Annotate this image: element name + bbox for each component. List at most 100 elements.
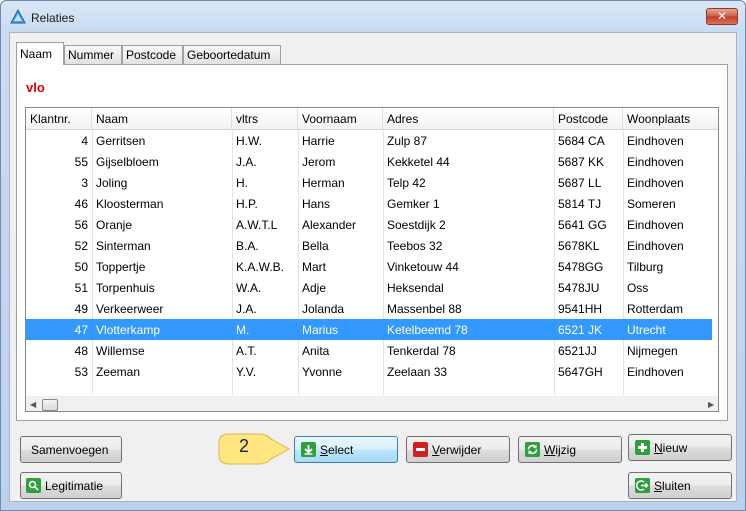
dialog-body: Naam Nummer Postcode Geboortedatum vlo 1… <box>9 32 737 502</box>
cell-voornaam: Jolanda <box>302 302 345 316</box>
wijzig-label-rest: ijzig <box>555 443 576 457</box>
cell-postcode: 6521JJ <box>558 344 597 358</box>
cell-vltrs: J.A. <box>236 302 257 316</box>
select-button[interactable]: Select <box>294 436 398 463</box>
column-postcode[interactable]: Postcode <box>554 108 623 130</box>
cell-adres: Heksendal <box>387 281 444 295</box>
table-row[interactable]: 51 Torpenhuis W.A. Adje Heksendal 5478JU Oss <box>26 277 712 298</box>
cell-naam: Kloosterman <box>96 197 164 211</box>
table-row[interactable]: 56 Oranje A.W.T.L Alexander Soestdijk 2 5641 … <box>26 214 712 235</box>
cell-naam: Gijselbloem <box>96 155 159 169</box>
cell-klantnr: 50 <box>74 260 88 274</box>
cell-vltrs: H.W. <box>236 134 262 148</box>
cell-adres: Soestdijk 2 <box>387 218 446 232</box>
scroll-left-icon[interactable]: ◀ <box>30 400 36 409</box>
cell-klantnr: 49 <box>74 302 88 316</box>
legitimatie-button[interactable]: Legitimatie <box>20 472 122 499</box>
table-row[interactable]: 4 Gerritsen H.W. Harrie Zulp 87 5684 CA Eindho… <box>26 130 712 151</box>
select-label: Select <box>320 443 353 457</box>
scroll-right-icon[interactable]: ▶ <box>708 400 714 409</box>
cell-voornaam: Adje <box>302 281 327 295</box>
table-row[interactable]: 53 Zeeman Y.V. Yvonne Zeelaan 33 5647GH Eindho… <box>26 361 712 382</box>
column-vltrs[interactable]: vltrs <box>232 108 298 130</box>
cell-vltrs: B.A. <box>236 239 259 253</box>
cell-voornaam: Anita <box>302 344 330 358</box>
cell-voornaam: Jerom <box>302 155 336 169</box>
window-title: Relaties <box>31 11 75 25</box>
relaties-table: Klantnr. Naam vltrs Voornaam Adres Postc… <box>25 107 719 412</box>
horizontal-scroll-thumb[interactable] <box>42 399 58 411</box>
cell-klantnr: 55 <box>74 155 88 169</box>
plus-icon <box>635 440 650 455</box>
column-voornaam[interactable]: Voornaam <box>298 108 383 130</box>
column-adres[interactable]: Adres <box>383 108 554 130</box>
cell-woonplaats: Eindhoven <box>627 134 684 148</box>
cell-woonplaats: Eindhoven <box>627 218 684 232</box>
sluiten-button[interactable]: Sluiten <box>628 472 732 499</box>
table-row[interactable]: 50 Toppertje K.A.W.B. Mart Vinketouw 44 5478G… <box>26 256 712 277</box>
cell-adres: Ketelbeemd 78 <box>387 323 468 337</box>
sluiten-label-rest: luiten <box>662 479 691 493</box>
cell-voornaam: Hans <box>302 197 331 211</box>
cell-voornaam: Marius <box>302 323 339 337</box>
cell-woonplaats: Tilburg <box>627 260 664 274</box>
cell-vltrs: A.W.T.L <box>236 218 278 232</box>
table-row[interactable]: 55 Gijselbloem J.A. Jerom Kekketel 44 5687 KK… <box>26 151 712 172</box>
cell-woonplaats: Eindhoven <box>627 176 684 190</box>
cell-woonplaats: Utrecht <box>627 323 666 337</box>
cell-woonplaats: Eindhoven <box>627 365 684 379</box>
cell-postcode: 5478GG <box>558 260 604 274</box>
column-woonplaats[interactable]: Woonplaats <box>623 108 718 130</box>
cell-vltrs: M. <box>236 323 250 337</box>
tab-geboortedatum[interactable]: Geboortedatum <box>183 45 281 64</box>
nieuw-label: Nieuw <box>654 441 687 455</box>
cell-vltrs: H.P. <box>236 197 258 211</box>
cell-woonplaats: Someren <box>627 197 676 211</box>
verwijder-label-rest: erwijder <box>439 443 482 457</box>
table-row[interactable]: 49 Verkeerweer J.A. Jolanda Massenbel 88 9541… <box>26 298 712 319</box>
cell-postcode: 6521 JK <box>558 323 603 337</box>
cell-klantnr: 51 <box>74 281 88 295</box>
horizontal-scrollbar[interactable]: ◀ ▶ <box>26 396 718 411</box>
callout-2: 2 <box>215 431 291 465</box>
search-icon <box>26 478 41 493</box>
table-row[interactable]: 47 Vlotterkamp M. Marius Ketelbeemd 78 6521 J… <box>26 319 712 340</box>
table-row[interactable]: 46 Kloosterman H.P. Hans Gemker 1 5814 TJ Some… <box>26 193 712 214</box>
close-button[interactable]: ✕ <box>706 8 738 25</box>
tab-postcode[interactable]: Postcode <box>122 45 183 64</box>
select-accesskey: S <box>320 443 329 457</box>
column-klantnr[interactable]: Klantnr. <box>26 108 92 130</box>
cell-naam: Sinterman <box>96 239 151 253</box>
cell-klantnr: 48 <box>74 344 88 358</box>
cell-postcode: 5814 TJ <box>558 197 602 211</box>
column-naam[interactable]: Naam <box>92 108 232 130</box>
tab-nummer[interactable]: Nummer <box>64 45 122 64</box>
cell-naam: Torpenhuis <box>96 281 155 295</box>
wijzig-label: Wijzig <box>544 443 576 457</box>
cell-naam: Oranje <box>96 218 133 232</box>
close-icon: ✕ <box>716 9 728 23</box>
verwijder-button[interactable]: Verwijder <box>406 436 510 463</box>
cell-klantnr: 4 <box>81 134 88 148</box>
cell-naam: Toppertje <box>96 260 146 274</box>
table-row[interactable]: 48 Willemse A.T. Anita Tenkerdal 78 6521JJ Nij… <box>26 340 712 361</box>
title-bar[interactable]: Relaties ✕ <box>1 1 745 33</box>
samenvoegen-button[interactable]: Samenvoegen <box>20 436 122 463</box>
table-row[interactable]: 3 Joling H. Herman Telp 42 5687 LL Eindhoven <box>26 172 712 193</box>
cell-naam: Zeeman <box>96 365 141 379</box>
cell-vltrs: Y.V. <box>236 365 257 379</box>
table-row[interactable]: 52 Sinterman B.A. Bella Teebos 32 5678KL Eindh… <box>26 235 712 256</box>
nieuw-button[interactable]: Nieuw <box>628 434 732 461</box>
legitimatie-label: Legitimatie <box>45 479 104 493</box>
sluiten-label: Sluiten <box>654 479 691 493</box>
cell-postcode: 9541HH <box>558 302 603 316</box>
cell-woonplaats: Eindhoven <box>627 239 684 253</box>
callout-2-number: 2 <box>239 436 250 456</box>
cell-klantnr: 46 <box>74 197 88 211</box>
wijzig-button[interactable]: Wijzig <box>518 436 622 463</box>
tab-panel-naam: vlo 1 Klantnr. Naam vltrs Voornaam Adres… <box>16 64 728 421</box>
tab-naam[interactable]: Naam <box>16 42 64 65</box>
verwijder-label: Verwijder <box>432 443 481 457</box>
cell-voornaam: Alexander <box>302 218 357 232</box>
cell-adres: Zeelaan 33 <box>387 365 448 379</box>
